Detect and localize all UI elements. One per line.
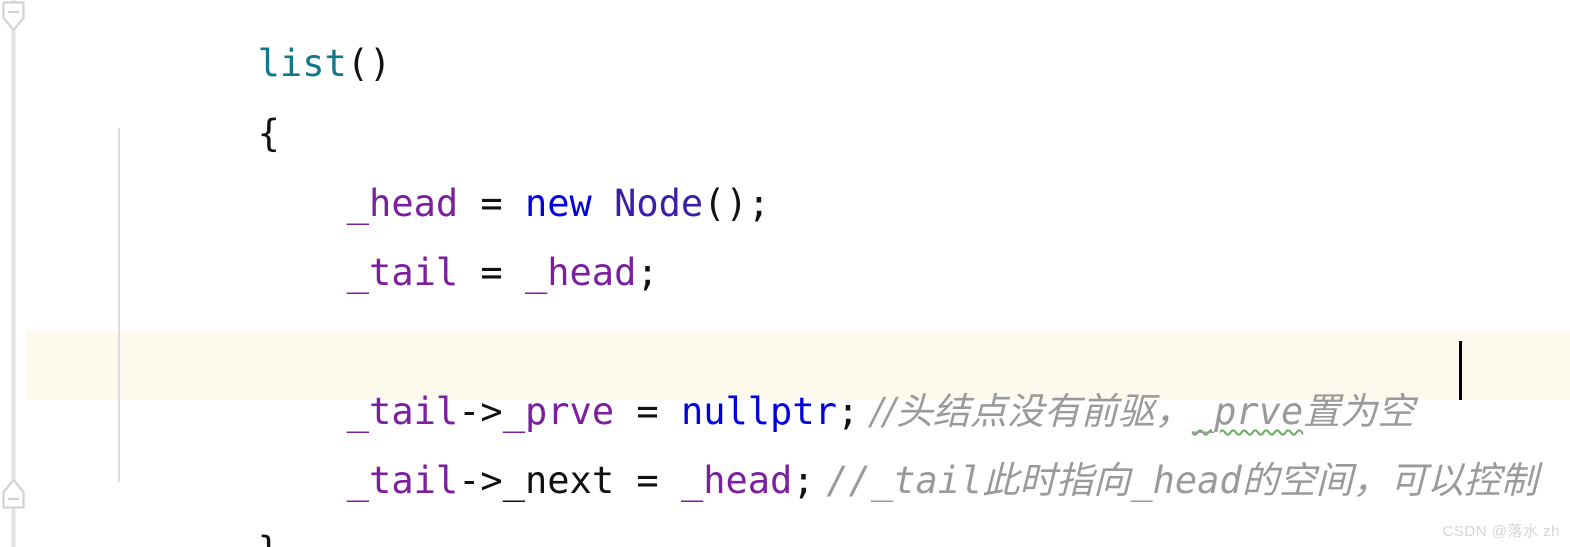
comment-mono-segment-b: _head [1130,459,1242,502]
token-close-brace: } [258,529,280,547]
code-editor[interactable]: list() { _head = new Node(); _tail = _he… [0,0,1570,547]
token-member-tail: _tail [346,251,459,294]
csdn-watermark: CSDN @落水 zh [1442,523,1560,540]
token-semicolon: ; [792,459,815,502]
token-member-head: _head [524,251,637,294]
token-assign: = [458,251,525,294]
token-assign: = [614,459,681,502]
comment-cjk-segment-a: 此时指向 [982,459,1131,502]
comment-mono-segment-a: //_tail [826,459,983,502]
token-punctuation: (); [703,182,771,225]
token-member-tail: _tail [346,459,459,502]
code-line[interactable]: _tail = _head; [124,207,659,339]
token-arrow-operator: -> [458,459,503,502]
token-member-next: _next [502,459,615,502]
token-member-head: _head [680,459,793,502]
text-caret [1459,341,1462,400]
inline-comment: //_tail此时指向_head的空间，可以控制 [815,459,1538,502]
code-line[interactable]: _tail->_next = _head; //_tail此时指向_head的空… [124,415,1538,547]
code-text-layer[interactable]: list() { _head = new Node(); _tail = _he… [0,0,1570,547]
token-semicolon: ; [636,251,659,294]
comment-cjk-segment-b: 的空间，可以控制 [1241,459,1538,502]
token-punctuation: () [346,42,392,85]
code-line[interactable]: } [124,485,280,547]
